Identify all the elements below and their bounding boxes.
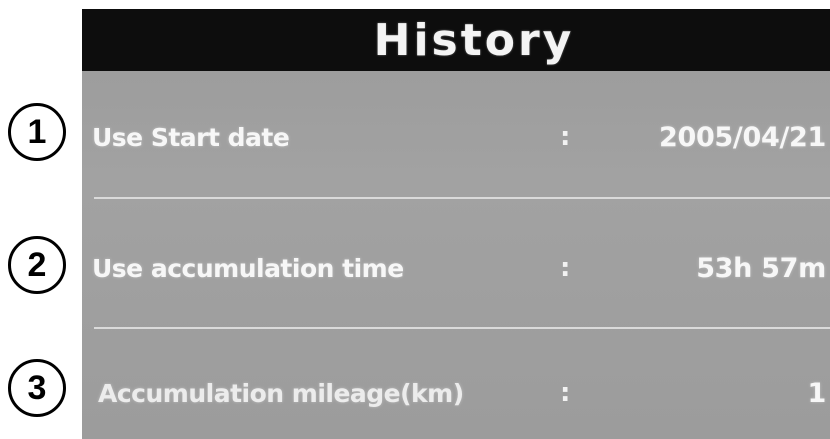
callout-column: 1 2 3	[0, 0, 82, 439]
use-start-date-value: 2005/04/21	[658, 121, 826, 153]
row-separator: :	[560, 253, 571, 283]
callout-marker-1: 1	[8, 103, 66, 161]
row-separator: :	[560, 378, 571, 408]
row-separator: :	[560, 122, 571, 152]
title-bar: History	[82, 9, 830, 71]
callout-marker-2: 2	[8, 236, 66, 294]
use-accumulation-time-label: Use accumulation time	[92, 253, 404, 283]
use-accumulation-time-value: 53h 57m	[696, 252, 826, 284]
row-divider	[94, 327, 830, 329]
history-row-accumulation-mileage: Accumulation mileage(km) : 1	[82, 363, 830, 423]
row-divider	[94, 197, 830, 199]
screen-title: History	[373, 14, 575, 66]
history-row-use-start-date: Use Start date : 2005/04/21	[82, 107, 830, 167]
use-start-date-label: Use Start date	[92, 122, 290, 152]
accumulation-mileage-label: Accumulation mileage(km)	[98, 378, 464, 408]
callout-marker-3: 3	[8, 359, 66, 417]
accumulation-mileage-value: 1	[807, 377, 827, 409]
history-row-use-accumulation-time: Use accumulation time : 53h 57m	[82, 238, 830, 298]
history-screen: History Use Start date : 2005/04/21 Use …	[82, 9, 830, 439]
